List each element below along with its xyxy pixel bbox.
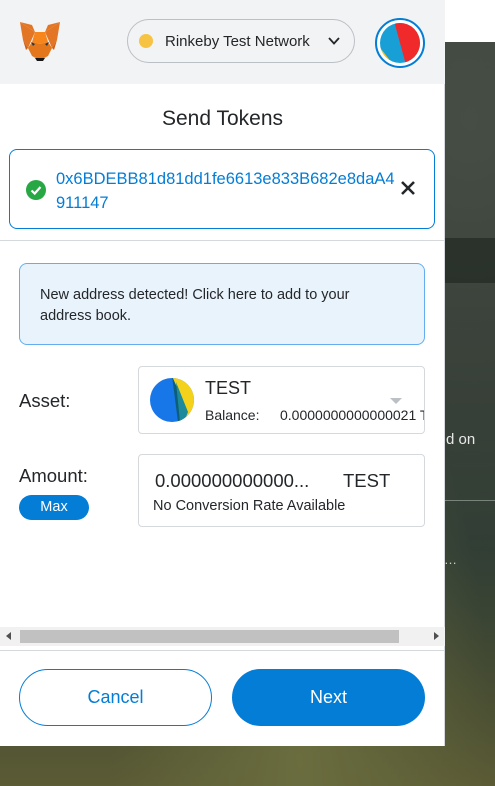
horizontal-scrollbar[interactable] [0, 627, 445, 646]
network-selector[interactable]: Rinkeby Test Network [127, 19, 355, 63]
background-divider [445, 500, 495, 501]
asset-selector[interactable]: TEST Balance: 0.0000000000000021 TEST [138, 366, 425, 434]
recipient-address-field[interactable]: 0x6BDEBB81d81dd1fe6613e833B682e8daA49111… [9, 149, 435, 229]
metamask-fox-icon[interactable] [18, 20, 62, 62]
section-divider [0, 240, 445, 241]
app-header: Rinkeby Test Network [0, 0, 445, 84]
footer-divider [0, 650, 445, 651]
amount-input[interactable]: 0.000000000000... TEST No Conversion Rat… [138, 454, 425, 527]
caret-down-icon [390, 398, 402, 404]
next-button[interactable]: Next [232, 669, 425, 726]
scroll-left-icon[interactable] [0, 627, 17, 646]
background-header [445, 0, 495, 42]
close-icon[interactable] [400, 180, 416, 196]
amount-unit: TEST [343, 470, 391, 491]
amount-label: Amount: [19, 465, 88, 486]
page-title: Send Tokens [161, 107, 284, 130]
asset-balance-label: Balance: [205, 407, 260, 423]
background-mark: … [444, 552, 457, 567]
account-avatar-icon [380, 23, 420, 63]
account-menu-button[interactable] [375, 18, 425, 68]
asset-balance-value: 0.0000000000000021 TEST [280, 407, 424, 423]
scroll-right-icon[interactable] [428, 627, 445, 646]
background-text: d on [446, 431, 476, 448]
check-circle-icon [26, 180, 46, 200]
new-address-notice[interactable]: New address detected! Click here to add … [19, 263, 425, 345]
max-button[interactable]: Max [19, 495, 89, 520]
amount-value: 0.000000000000... [155, 470, 310, 491]
conversion-rate-text: No Conversion Rate Available [153, 498, 346, 514]
token-icon [150, 378, 194, 422]
scrollbar-thumb[interactable] [20, 630, 399, 643]
metamask-popup: Rinkeby Test Network Send Tokens 0x6BDEB… [0, 0, 445, 746]
asset-label: Asset: [19, 390, 71, 411]
recipient-address: 0x6BDEBB81d81dd1fe6613e833B682e8daA49111… [56, 170, 395, 212]
chevron-down-icon [328, 37, 340, 45]
network-label: Rinkeby Test Network [165, 32, 310, 50]
asset-name: TEST [205, 378, 252, 398]
network-status-dot [139, 34, 153, 48]
cancel-button[interactable]: Cancel [19, 669, 212, 726]
background-band [445, 238, 495, 283]
